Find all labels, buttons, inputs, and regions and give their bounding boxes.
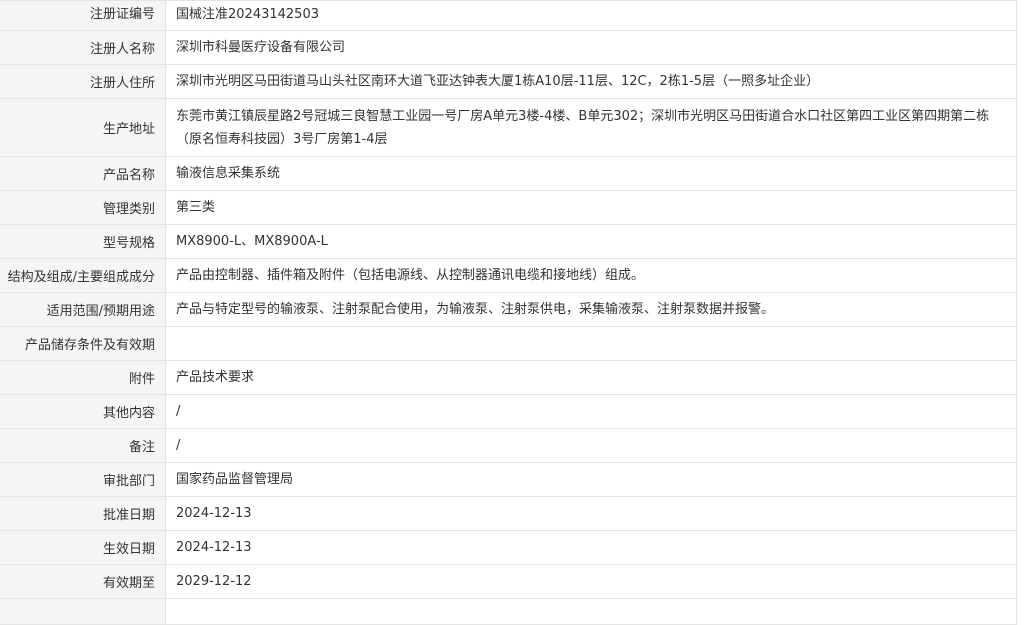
table-row-structure: 结构及组成/主要组成成分 产品由控制器、插件箱及附件（包括电源线、从控制器通讯电… bbox=[0, 259, 1016, 293]
table-row-approval-department: 审批部门 国家药品监督管理局 bbox=[0, 463, 1016, 497]
row-label: 备注 bbox=[0, 429, 166, 462]
table-row-production-address: 生产地址 东莞市黄江镇辰星路2号冠城三良智慧工业园一号厂房A单元3楼-4楼、B单… bbox=[0, 99, 1016, 157]
table-row-intended-use: 适用范围/预期用途 产品与特定型号的输液泵、注射泵配合使用，为输液泵、注射泵供电… bbox=[0, 293, 1016, 327]
row-label: 生效日期 bbox=[0, 531, 166, 564]
row-label bbox=[0, 599, 166, 624]
table-row-effective-date: 生效日期 2024-12-13 bbox=[0, 531, 1016, 565]
row-label: 批准日期 bbox=[0, 497, 166, 530]
row-value: 第三类 bbox=[176, 200, 216, 215]
row-value: 产品由控制器、插件箱及附件（包括电源线、从控制器通讯电缆和接地线）组成。 bbox=[176, 268, 645, 283]
row-label: 其他内容 bbox=[0, 395, 166, 428]
row-value: 2024-12-13 bbox=[176, 506, 252, 521]
row-label: 注册人住所 bbox=[0, 65, 166, 98]
row-value: 国械注准20243142503 bbox=[176, 7, 319, 22]
table-row-registration-number: 注册证编号 国械注准20243142503 bbox=[0, 1, 1016, 31]
table-row-management-class: 管理类别 第三类 bbox=[0, 191, 1016, 225]
row-label: 附件 bbox=[0, 361, 166, 394]
row-value: 深圳市光明区马田街道马山头社区南环大道飞亚达钟表大厦1栋A10层-11层、12C… bbox=[176, 74, 820, 89]
row-label: 型号规格 bbox=[0, 225, 166, 258]
table-row-storage-conditions: 产品储存条件及有效期 bbox=[0, 327, 1016, 361]
row-value: 产品与特定型号的输液泵、注射泵配合使用，为输液泵、注射泵供电，采集输液泵、注射泵… bbox=[176, 302, 775, 317]
table-row-partial bbox=[0, 599, 1016, 625]
row-label: 产品储存条件及有效期 bbox=[0, 327, 166, 360]
row-value: 产品技术要求 bbox=[176, 370, 255, 385]
table-row-remarks: 备注 / bbox=[0, 429, 1016, 463]
row-value: 国家药品监督管理局 bbox=[176, 472, 294, 487]
row-value: 2024-12-13 bbox=[176, 540, 252, 555]
row-value bbox=[166, 599, 1016, 624]
row-value: MX8900-L、MX8900A-L bbox=[176, 234, 328, 249]
table-row-attachments: 附件 产品技术要求 bbox=[0, 361, 1016, 395]
row-value: 深圳市科曼医疗设备有限公司 bbox=[176, 40, 346, 55]
row-label: 注册人名称 bbox=[0, 31, 166, 64]
row-label: 适用范围/预期用途 bbox=[0, 293, 166, 326]
row-value: 2029-12-12 bbox=[176, 574, 252, 589]
row-label: 管理类别 bbox=[0, 191, 166, 224]
row-label: 注册证编号 bbox=[0, 1, 166, 30]
table-row-registrant-address: 注册人住所 深圳市光明区马田街道马山头社区南环大道飞亚达钟表大厦1栋A10层-1… bbox=[0, 65, 1016, 99]
row-label: 审批部门 bbox=[0, 463, 166, 496]
table-row-approval-date: 批准日期 2024-12-13 bbox=[0, 497, 1016, 531]
row-label: 有效期至 bbox=[0, 565, 166, 598]
row-label: 产品名称 bbox=[0, 157, 166, 190]
row-label: 生产地址 bbox=[0, 99, 166, 156]
row-value: 东莞市黄江镇辰星路2号冠城三良智慧工业园一号厂房A单元3楼-4楼、B单元302；… bbox=[176, 108, 990, 147]
row-value: / bbox=[176, 438, 181, 453]
table-row-model-spec: 型号规格 MX8900-L、MX8900A-L bbox=[0, 225, 1016, 259]
table-row-other-content: 其他内容 / bbox=[0, 395, 1016, 429]
registration-info-table: 注册证编号 国械注准20243142503 注册人名称 深圳市科曼医疗设备有限公… bbox=[0, 0, 1017, 625]
table-row-registrant-name: 注册人名称 深圳市科曼医疗设备有限公司 bbox=[0, 31, 1016, 65]
row-value bbox=[166, 327, 1016, 360]
row-value: / bbox=[176, 404, 181, 419]
row-value: 输液信息采集系统 bbox=[176, 166, 281, 181]
row-label: 结构及组成/主要组成成分 bbox=[0, 259, 166, 292]
table-row-valid-until: 有效期至 2029-12-12 bbox=[0, 565, 1016, 599]
table-row-product-name: 产品名称 输液信息采集系统 bbox=[0, 157, 1016, 191]
